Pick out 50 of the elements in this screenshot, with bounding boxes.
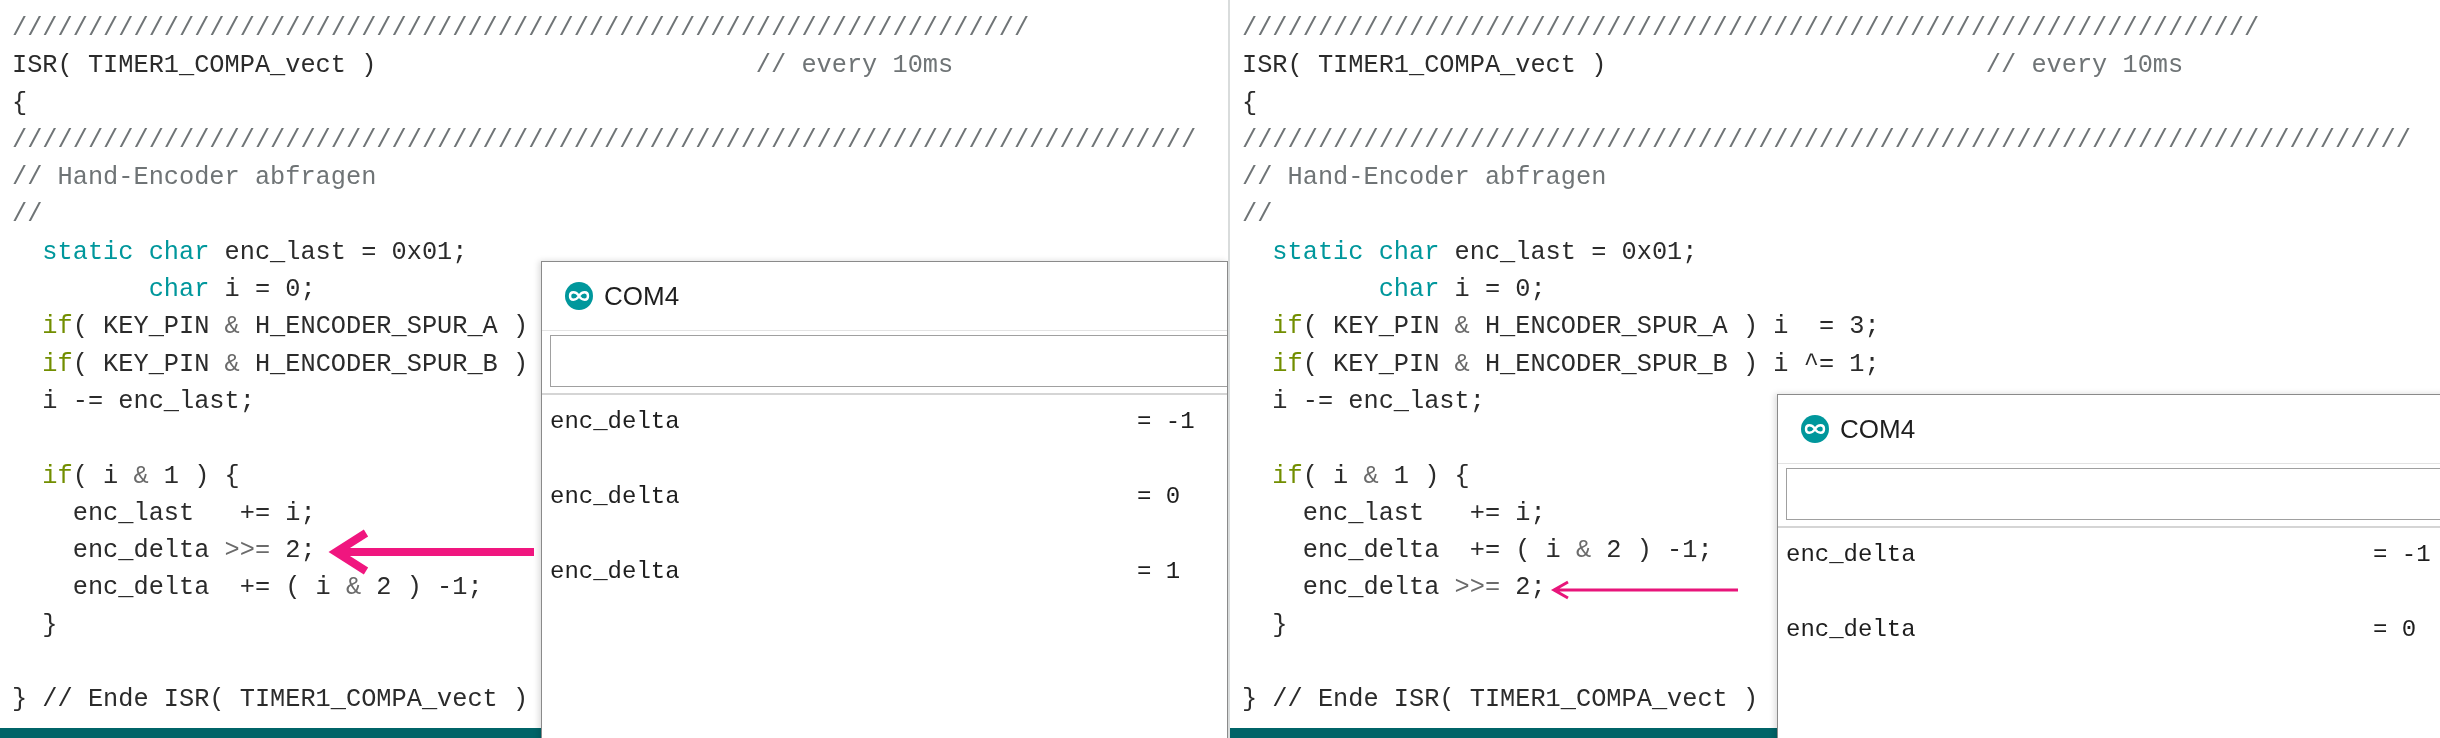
code-line: ////////////////////////////////////////////////////////////////////////////// [12, 124, 1197, 157]
code-line: ISR( TIMER1_COMPA_vect ) // every 10ms [12, 50, 954, 83]
code-line: if( KEY_PIN & H_ENCODER_SPUR_B ) [41, 348, 529, 381]
code-line: { [1242, 87, 1258, 120]
code-line: if( KEY_PIN & H_ENCODER_SPUR_B ) i ^= 1; [1271, 348, 1880, 381]
output-label: enc_delta [550, 408, 681, 435]
output-value: = -1 [2373, 541, 2431, 568]
code-line: enc_delta += ( i & 2 ) -1; [1301, 535, 1713, 568]
output-label: enc_delta [550, 483, 681, 510]
code-line: } // Ende ISR( TIMER1_COMPA_vect ) [1242, 684, 1759, 717]
input-field[interactable] [1786, 468, 2440, 520]
code-line: ///////////////////////////////////////////////////////////////////////////// [1242, 124, 2411, 157]
window-title: COM4 [604, 280, 680, 312]
window-title: COM4 [1840, 413, 1916, 445]
code-line: } [41, 609, 58, 642]
output-label: enc_delta [1786, 616, 1917, 643]
code-line: // [1242, 199, 1273, 232]
code-line: enc_delta >>= 2; [1301, 572, 1546, 605]
code-line: if( i & 1 ) { [1271, 460, 1470, 493]
output-value: = 1 [1137, 558, 1181, 585]
code-line: ISR( TIMER1_COMPA_vect ) // every 10ms [1242, 50, 2184, 83]
code-line: enc_delta += ( i & 2 ) -1; [71, 572, 483, 605]
input-field[interactable] [550, 335, 1227, 387]
code-line: // [12, 199, 43, 232]
code-line: // Hand-Encoder abfragen [12, 162, 377, 195]
infinity-logo-icon [1800, 414, 1830, 444]
code-line: // Hand-Encoder abfragen [1242, 162, 1607, 195]
output-value: = 0 [1137, 483, 1181, 510]
code-line: char i = 0; [1377, 274, 1546, 307]
code-line: if( KEY_PIN & H_ENCODER_SPUR_A ) i = 3; [1271, 311, 1880, 344]
code-line: char i = 0; [147, 274, 316, 307]
code-line: /////////////////////////////////////////////////////////////////// [1242, 13, 2260, 45]
code-line: enc_last += i; [71, 497, 316, 530]
code-line: if( KEY_PIN & H_ENCODER_SPUR_A ) [41, 311, 529, 344]
code-line: static char enc_last = 0x01; [41, 236, 468, 269]
infinity-logo-icon [564, 281, 594, 311]
output-label: enc_delta [1786, 541, 1917, 568]
code-line: enc_delta >>= 2; [71, 535, 316, 568]
code-line: i -= enc_last; [1271, 385, 1485, 418]
output-label: enc_delta [550, 558, 681, 585]
code-line: if( i & 1 ) { [41, 460, 240, 493]
code-line: /////////////////////////////////////////////////////////////////// [12, 13, 1030, 45]
code-line: static char enc_last = 0x01; [1271, 236, 1698, 269]
code-line: } [1271, 609, 1288, 642]
output-value: = 0 [2373, 616, 2417, 643]
code-line: } // Ende ISR( TIMER1_COMPA_vect ) [12, 684, 529, 717]
code-line: enc_last += i; [1301, 497, 1546, 530]
output-value: = -1 [1137, 408, 1195, 435]
code-line: i -= enc_last; [41, 385, 255, 418]
code-line: { [12, 87, 28, 120]
